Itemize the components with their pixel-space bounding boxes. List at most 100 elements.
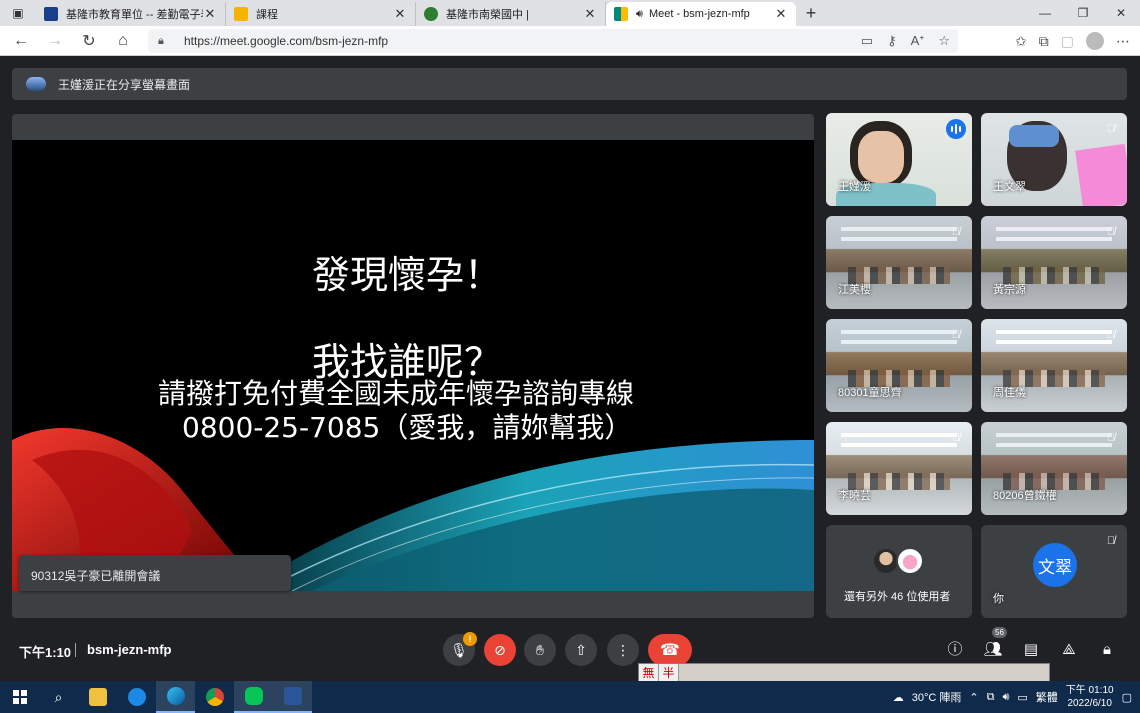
tab-close-icon[interactable]: ✕: [774, 6, 788, 22]
participant-tile-speaker[interactable]: 王嫤湲: [826, 113, 972, 206]
start-button[interactable]: [0, 681, 39, 713]
search-icon[interactable]: ⌕: [39, 681, 78, 713]
home-icon[interactable]: ⌂: [106, 26, 140, 56]
volume-icon[interactable]: 🔊︎: [1002, 691, 1009, 704]
self-tile[interactable]: 🎙̸ 文翠 你: [981, 525, 1127, 618]
mic-off-icon: 🎙̸: [1106, 432, 1116, 444]
tab-actions-icon[interactable]: ▣: [0, 0, 36, 26]
minimize-icon[interactable]: —: [1026, 0, 1064, 26]
notification-icon[interactable]: ▢: [1122, 691, 1132, 704]
more-participants-label: 還有另外 46 位使用者: [844, 591, 951, 603]
participant-tile[interactable]: 🎙̸ 80301童思齊: [826, 319, 972, 412]
input-language[interactable]: 繁體: [1036, 689, 1058, 705]
favorite-star-icon[interactable]: ☆: [938, 33, 950, 49]
leave-call-button[interactable]: ☎︎: [648, 634, 692, 666]
weather-icon[interactable]: ☁︎: [893, 691, 904, 704]
tab-attendance[interactable]: 基隆市教育單位 -- 差勤電子表單 ✕: [36, 2, 226, 26]
chevron-up-icon[interactable]: ⌃: [969, 691, 978, 704]
activities-icon[interactable]: ⟁: [1059, 640, 1079, 660]
close-window-icon[interactable]: ✕: [1102, 0, 1140, 26]
camera-off-button[interactable]: ⊘: [484, 634, 516, 666]
self-label: 你: [993, 593, 1004, 605]
mic-off-icon: 🎙̸: [1106, 535, 1116, 547]
tab-school[interactable]: 基隆市南榮國中 | ✕: [416, 2, 606, 26]
meeting-details-icon[interactable]: ⓘ: [945, 640, 965, 660]
browser-tab-bar: ▣ 基隆市教育單位 -- 差勤電子表單 ✕ 課程 ✕ 基隆市南榮國中 | ✕ 🔊…: [0, 0, 1140, 26]
warning-badge: !: [463, 632, 477, 646]
tab-label: Meet - bsm-jezn-mfp: [648, 8, 750, 20]
edge-browser-icon[interactable]: [156, 681, 195, 713]
tab-close-icon[interactable]: ✕: [583, 6, 597, 22]
shared-screen: 發現懷孕！ 我找誰呢？ 請撥打免付費全國未成年懷孕諮詢專線 0800-25-70…: [12, 114, 814, 618]
host-controls-icon[interactable]: 🔒︎: [1097, 640, 1117, 660]
chat-icon[interactable]: ▤: [1021, 640, 1041, 660]
participant-tile[interactable]: 🎙̸ 王文翠: [981, 113, 1127, 206]
participant-name: 周佳儀: [993, 387, 1026, 399]
tab-close-icon[interactable]: ✕: [203, 6, 217, 22]
raise-hand-button[interactable]: ✋︎: [524, 634, 556, 666]
weather-text[interactable]: 30°C 陣雨: [912, 689, 962, 705]
participant-tile[interactable]: 🎙̸ 80206曾鐵權: [981, 422, 1127, 515]
more-options-button[interactable]: ⋮: [607, 634, 639, 666]
speaker-icon[interactable]: 🔊︎: [636, 8, 643, 21]
participant-name: 黃宗源: [993, 284, 1026, 296]
read-aloud-icon[interactable]: Aᐩ: [911, 33, 925, 49]
profile-avatar[interactable]: [1086, 32, 1104, 50]
restore-icon[interactable]: ❐: [1064, 0, 1102, 26]
network-icon[interactable]: ⧉: [987, 691, 995, 704]
word-app-icon[interactable]: [273, 681, 312, 713]
collections-icon[interactable]: ⧉: [1039, 33, 1049, 50]
presentation-banner: 王嫤湲正在分享螢幕畫面: [12, 68, 1127, 100]
chrome-icon[interactable]: [195, 681, 234, 713]
tab-favicon-icon: [234, 7, 248, 21]
more-participants-tile[interactable]: 還有另外 46 位使用者: [826, 525, 972, 618]
internet-explorer-icon[interactable]: [117, 681, 156, 713]
favorites-icon[interactable]: ✩: [1015, 33, 1027, 50]
lock-icon[interactable]: 🔒︎: [158, 35, 170, 47]
clock-date[interactable]: 下午 01:10 2022/6/10: [1066, 684, 1114, 710]
forward-icon[interactable]: →: [38, 26, 72, 56]
participant-avatar: [896, 547, 924, 575]
mic-off-icon: 🎙̸: [1106, 123, 1116, 135]
tab-close-icon[interactable]: ✕: [393, 6, 407, 22]
refresh-icon[interactable]: ↻: [72, 26, 106, 56]
windows-logo-icon: [12, 690, 27, 704]
more-menu-icon[interactable]: ⋯: [1116, 33, 1130, 50]
camera-icon[interactable]: ▭: [861, 33, 873, 49]
participant-tile[interactable]: 🎙̸ 周佳儀: [981, 319, 1127, 412]
slide-hotline-number: 0800-25-7085（愛我，請妳幫我）: [182, 411, 633, 444]
mic-off-icon: 🎙̸: [951, 432, 961, 444]
address-bar: ← → ↻ ⌂ 🔒︎ https://meet.google.com/bsm-j…: [0, 26, 1140, 56]
participant-tile[interactable]: 🎙̸ 江美櫻: [826, 216, 972, 309]
meet-favicon-icon: [614, 7, 628, 21]
presentation-slide: 發現懷孕！ 我找誰呢？ 請撥打免付費全國未成年懷孕諮詢專線 0800-25-70…: [12, 140, 814, 591]
present-now-button[interactable]: ⇧: [565, 634, 597, 666]
ime-width-button[interactable]: 半: [659, 664, 679, 682]
tab-meet[interactable]: 🔊︎ Meet - bsm-jezn-mfp ✕: [606, 2, 796, 26]
ime-mode-button[interactable]: 無: [639, 664, 659, 682]
url-field[interactable]: 🔒︎ https://meet.google.com/bsm-jezn-mfp …: [148, 29, 958, 53]
file-explorer-icon[interactable]: [78, 681, 117, 713]
slide-title: 發現懷孕！: [312, 253, 503, 297]
key-icon[interactable]: ⚷: [887, 33, 897, 49]
back-icon[interactable]: ←: [4, 26, 38, 56]
divider: [75, 643, 76, 657]
mic-off-icon: 🎙̸: [951, 329, 961, 341]
extension-icon[interactable]: ▢: [1061, 33, 1074, 50]
taskbar-date: 2022/6/10: [1067, 698, 1112, 709]
participant-name: 王嫤湲: [838, 181, 871, 193]
tab-label: 基隆市教育單位 -- 差勤電子表單: [66, 9, 203, 21]
participant-name: 80206曾鐵權: [993, 490, 1057, 502]
new-tab-button[interactable]: +: [796, 0, 826, 26]
mic-off-icon: 🎙̸: [1106, 329, 1116, 341]
meeting-code: bsm-jezn-mfp: [87, 642, 172, 657]
tab-favicon-icon: [44, 7, 58, 21]
self-avatar: 文翠: [1033, 543, 1077, 587]
participant-tile[interactable]: 🎙̸ 黃宗源: [981, 216, 1127, 309]
line-app-icon[interactable]: [234, 681, 273, 713]
battery-icon[interactable]: ▭: [1017, 691, 1027, 704]
people-icon[interactable]: 👥︎: [983, 640, 1003, 660]
tab-courses[interactable]: 課程 ✕: [226, 2, 416, 26]
participant-tile[interactable]: 🎙̸ 李曉芸: [826, 422, 972, 515]
presentation-banner-text: 王嫤湲正在分享螢幕畫面: [58, 77, 191, 92]
